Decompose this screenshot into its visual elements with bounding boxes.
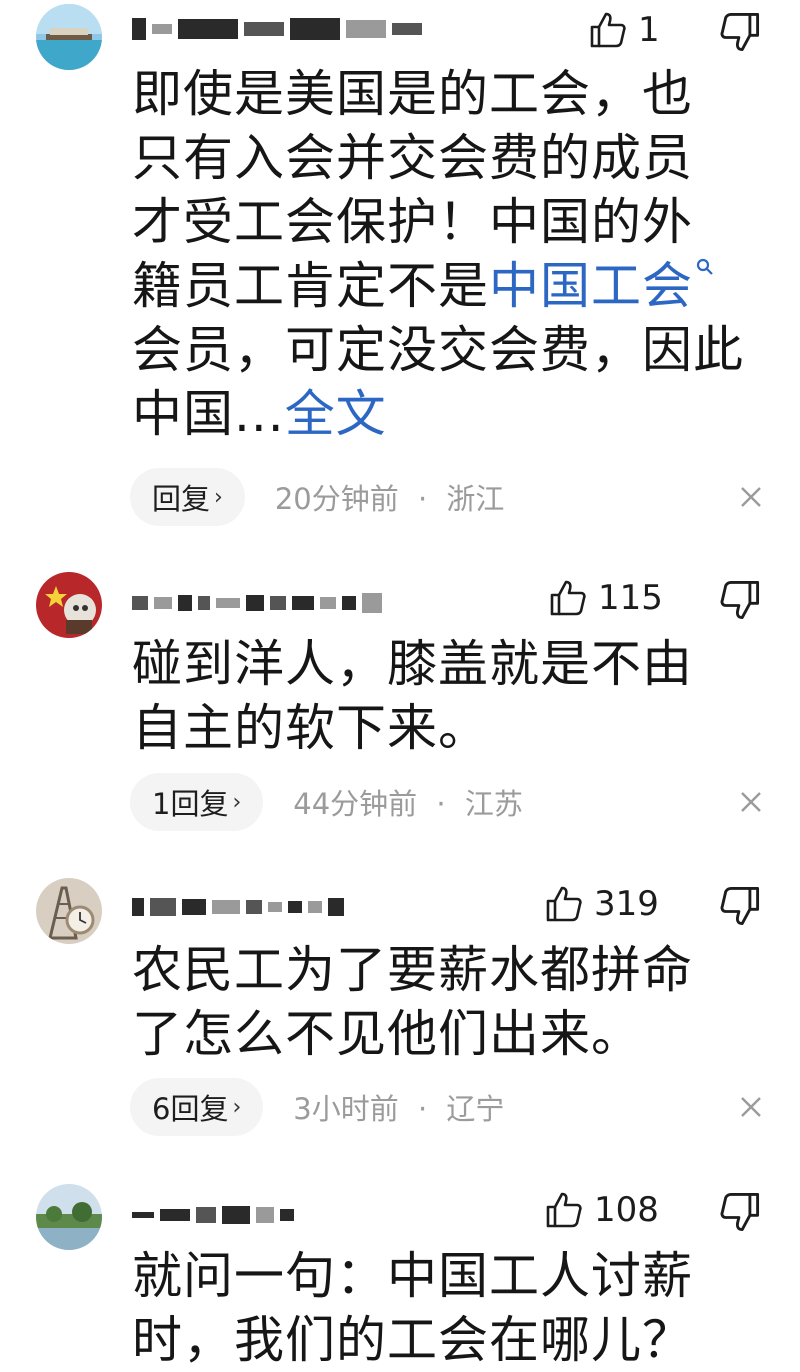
username-redacted[interactable] [132, 1200, 294, 1230]
comment-text-part: 会员，可定没交会费，因此 中国... [132, 321, 744, 443]
chevron-right-icon: › [232, 1094, 242, 1120]
location: 浙江 [446, 482, 505, 516]
chevron-right-icon: › [214, 484, 223, 510]
location: 辽宁 [446, 1092, 505, 1126]
meta-info: 20分钟前 · 浙江 [275, 476, 505, 518]
comment-text: 就问一句：中国工人讨薪 时，我们的工会在哪儿？ [132, 1247, 693, 1369]
thumb-down-icon[interactable] [718, 1190, 762, 1234]
like-count: 108 [594, 1190, 659, 1230]
separator: · [436, 787, 446, 821]
username-redacted[interactable] [132, 892, 344, 922]
thumb-up-icon [590, 12, 626, 48]
thumb-down-icon[interactable] [718, 884, 762, 928]
separator: · [417, 482, 428, 516]
meta-info: 44分钟前 · 江苏 [293, 781, 523, 823]
thumb-down-icon[interactable] [718, 10, 762, 54]
comment-meta: 6回复 › 3小时前 · 辽宁 [130, 1078, 504, 1136]
comment-text: 农民工为了要薪水都拼命 了怎么不见他们出来。 [132, 941, 693, 1063]
close-icon[interactable] [736, 787, 766, 817]
reply-label: 6回复 [152, 1092, 229, 1126]
avatar[interactable] [36, 1184, 102, 1250]
avatar[interactable] [36, 572, 102, 638]
reply-button[interactable]: 回复 › [130, 468, 245, 526]
timestamp: 20分钟前 [274, 482, 399, 516]
topic-link[interactable]: 中国工会 [489, 257, 693, 315]
close-icon[interactable] [736, 482, 766, 512]
meta-info: 3小时前 · 辽宁 [293, 1086, 504, 1128]
timestamp: 44分钟前 [293, 787, 418, 821]
thumb-up-icon [546, 1192, 582, 1228]
like-button[interactable]: 1 [588, 10, 660, 50]
like-count: 1 [638, 10, 660, 50]
reply-label: 1回复 [152, 787, 229, 821]
comment-meta: 回复 › 20分钟前 · 浙江 [130, 468, 504, 526]
like-button[interactable]: 108 [544, 1190, 659, 1230]
like-count: 115 [598, 578, 663, 618]
reply-button[interactable]: 1回复 › [130, 773, 264, 831]
reply-button[interactable]: 6回复 › [130, 1078, 264, 1136]
thumb-up-icon [550, 580, 586, 616]
comment-meta: 1回复 › 44分钟前 · 江苏 [130, 773, 523, 831]
comment-text: 即使是美国是的工会，也 只有入会并交会费的成员 才受工会保护！中国的外 籍员工肯… [132, 62, 772, 446]
username-redacted[interactable] [132, 588, 382, 618]
like-button[interactable]: 319 [544, 884, 659, 924]
location: 江苏 [464, 787, 523, 821]
avatar[interactable] [36, 4, 102, 70]
search-icon[interactable] [695, 257, 715, 277]
like-button[interactable]: 115 [548, 578, 663, 618]
close-icon[interactable] [736, 1092, 766, 1122]
timestamp: 3小时前 [293, 1092, 399, 1126]
separator: · [417, 1092, 428, 1126]
expand-full-text-link[interactable]: 全文 [285, 385, 387, 443]
chevron-right-icon: › [232, 789, 242, 815]
username-redacted[interactable] [132, 14, 422, 44]
avatar[interactable] [36, 878, 102, 944]
thumb-up-icon [546, 886, 582, 922]
thumb-down-icon[interactable] [718, 578, 762, 622]
like-count: 319 [594, 884, 659, 924]
reply-label: 回复 [152, 482, 211, 516]
comment-text: 碰到洋人，膝盖就是不由 自主的软下来。 [132, 635, 693, 757]
